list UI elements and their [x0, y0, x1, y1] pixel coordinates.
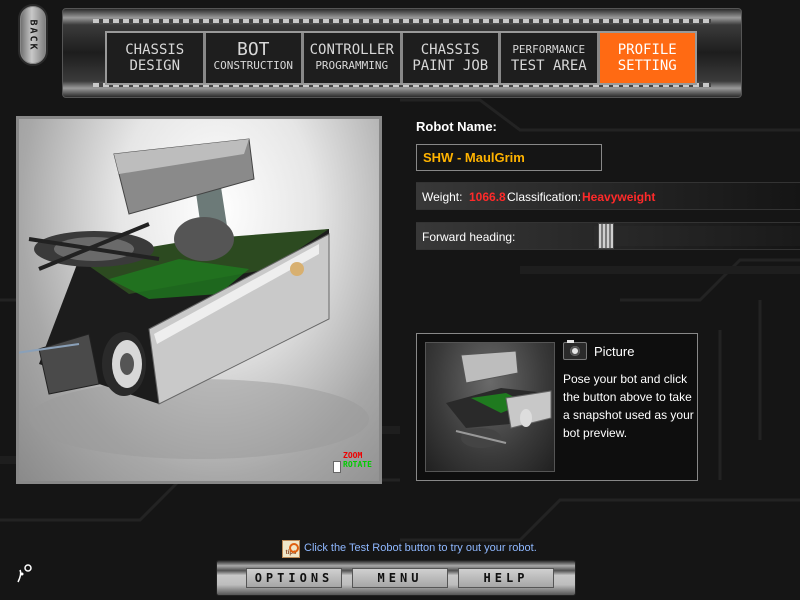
- forward-heading-slider-thumb[interactable]: [597, 223, 614, 249]
- robot-3d-preview[interactable]: ZOOM ROTATE: [16, 116, 382, 484]
- tab-chassis-paint-job[interactable]: CHASSIS PAINT JOB: [402, 33, 501, 83]
- robot-name-input[interactable]: [416, 144, 602, 171]
- picture-title: Picture: [594, 344, 635, 359]
- weight-classification-row: Weight: 1066.8 Classification: Heavyweig…: [416, 182, 800, 210]
- snapshot-image: [446, 350, 552, 448]
- tab-controller-programming-line2: PROGRAMMING: [315, 59, 389, 72]
- tab-chassis-design[interactable]: CHASSIS DESIGN: [107, 33, 206, 83]
- picture-description: Pose your bot and click the button above…: [563, 372, 694, 440]
- rotate-label: ROTATE: [343, 460, 372, 469]
- tab-chassis-paint-job-line1: CHASSIS: [420, 42, 480, 58]
- tab-performance-test-area-line1: PERFORMANCE: [512, 43, 586, 56]
- tab-profile-setting-line2: SETTING: [617, 58, 677, 74]
- zoom-rotate-knob[interactable]: [333, 461, 341, 473]
- options-button[interactable]: OPTIONS: [246, 568, 342, 588]
- camera-icon[interactable]: [563, 340, 587, 360]
- top-rail: [93, 19, 711, 23]
- tab-strip: CHASSIS DESIGN BOT CONSTRUCTION CONTROLL…: [105, 31, 697, 85]
- classification-label: Classification:: [507, 190, 582, 204]
- tab-profile-setting[interactable]: PROFILE SETTING: [599, 33, 695, 83]
- tab-performance-test-area[interactable]: PERFORMANCE TEST AREA: [501, 33, 600, 83]
- top-nav-bar: CHASSIS DESIGN BOT CONSTRUCTION CONTROLL…: [62, 8, 742, 98]
- tab-controller-programming-line1: CONTROLLER: [309, 42, 394, 58]
- tab-chassis-design-line1: CHASSIS: [125, 42, 185, 58]
- picture-panel: Picture Pose your bot and click the butt…: [416, 333, 698, 481]
- tab-bot-construction-line2: CONSTRUCTION: [213, 59, 293, 72]
- tab-controller-programming[interactable]: CONTROLLER PROGRAMMING: [304, 33, 403, 83]
- forward-heading-label: Forward heading:: [422, 230, 516, 244]
- weight-value: 1066.8: [469, 190, 506, 204]
- robot-model-render: [19, 138, 369, 459]
- settings-squiggle-icon: [17, 564, 32, 583]
- tab-bot-construction[interactable]: BOT CONSTRUCTION: [205, 33, 304, 83]
- tab-bot-construction-line1: BOT: [236, 39, 270, 60]
- back-button[interactable]: BACK: [18, 4, 48, 66]
- tips-text: Click the Test Robot button to try out y…: [304, 542, 537, 554]
- back-button-label: BACK: [27, 18, 39, 52]
- robot-name-label: Robot Name:: [416, 119, 497, 134]
- tab-profile-setting-line1: PROFILE: [617, 42, 677, 58]
- help-button[interactable]: HELP: [458, 568, 554, 588]
- forward-heading-slider[interactable]: [594, 226, 800, 246]
- menu-button[interactable]: MENU: [352, 568, 448, 588]
- tips-icon: tips: [282, 540, 300, 558]
- tab-chassis-paint-job-line2: PAINT JOB: [412, 58, 489, 74]
- tab-chassis-design-line2: DESIGN: [129, 58, 181, 74]
- zoom-label: ZOOM: [343, 451, 363, 460]
- weight-label: Weight:: [422, 190, 463, 204]
- zoom-rotate-control[interactable]: ZOOM ROTATE: [333, 451, 373, 475]
- bot-preview-snapshot: [425, 342, 555, 472]
- tab-performance-test-area-line2: TEST AREA: [510, 58, 587, 74]
- classification-value: Heavyweight: [582, 190, 656, 204]
